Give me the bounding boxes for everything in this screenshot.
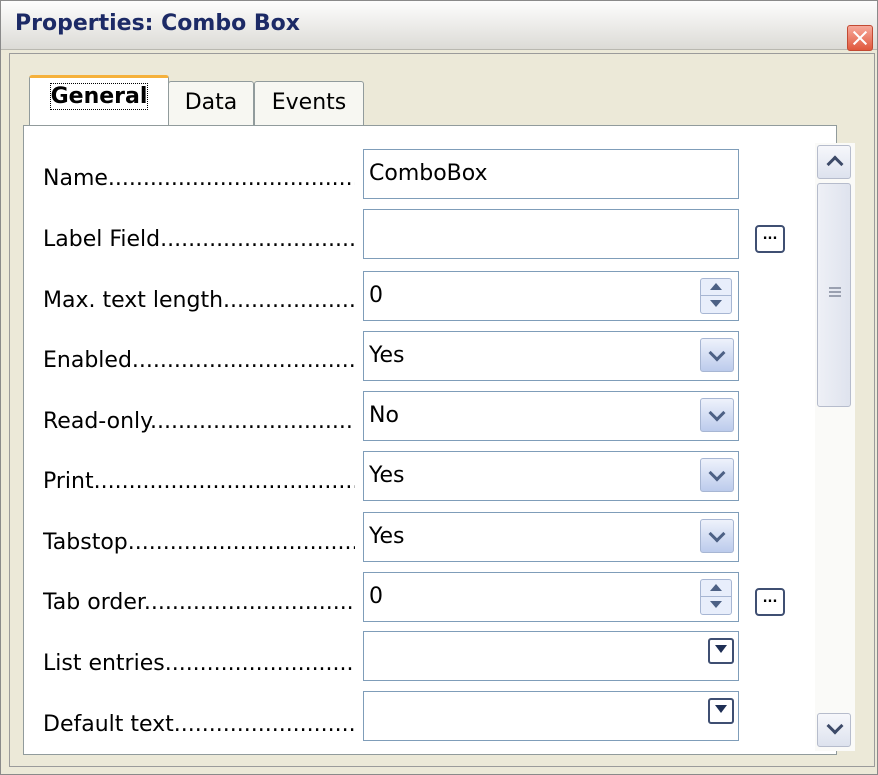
spin-up-icon[interactable] (701, 580, 731, 597)
print-label: Print...................................… (43, 469, 355, 494)
enabled-dropdown[interactable]: Yes (363, 331, 739, 381)
dialog-title: Properties: Combo Box (15, 11, 300, 36)
read-only-dropdown[interactable]: No (363, 391, 739, 441)
spin-down-icon[interactable] (701, 597, 731, 614)
chevron-down-icon[interactable] (700, 519, 734, 553)
chevron-down-icon[interactable] (700, 338, 734, 372)
tabstop-dropdown[interactable]: Yes (363, 512, 739, 562)
tab-events-label: Events (271, 90, 347, 115)
spin-buttons-icon[interactable] (700, 579, 732, 615)
label-field-browse-button[interactable]: ... (755, 225, 785, 253)
name-field[interactable]: ComboBox (363, 149, 739, 199)
scroll-down-icon[interactable] (817, 713, 851, 747)
spin-up-icon[interactable] (701, 279, 731, 296)
close-icon[interactable] (847, 25, 873, 51)
tab-events[interactable]: Events (254, 81, 364, 127)
caret-down-icon[interactable] (708, 698, 734, 724)
chevron-down-icon[interactable] (700, 458, 734, 492)
tab-general-label: General (49, 83, 149, 110)
caret-down-icon[interactable] (708, 638, 734, 664)
max-text-length-value: 0 (369, 283, 383, 308)
enabled-label: Enabled.................................… (43, 348, 355, 373)
default-text-label: Default text............................… (43, 712, 355, 737)
max-text-length-spin[interactable]: 0 (363, 271, 739, 321)
scroll-thumb[interactable] (817, 183, 851, 407)
spin-buttons-icon[interactable] (700, 278, 732, 314)
name-label: Name....................................… (43, 166, 355, 191)
tab-order-spin[interactable]: 0 (363, 572, 739, 622)
read-only-label: Read-only...............................… (43, 409, 355, 434)
name-value: ComboBox (369, 161, 488, 186)
tab-data[interactable]: Data (168, 81, 254, 127)
tabstop-value: Yes (369, 524, 405, 549)
default-text-field[interactable] (363, 691, 739, 741)
tab-general[interactable]: General (29, 75, 169, 127)
tabstop-label: Tabstop.................................… (43, 530, 355, 555)
enabled-value: Yes (369, 343, 405, 368)
tab-order-value: 0 (369, 584, 383, 609)
tab-order-browse-button[interactable]: ... (755, 588, 785, 616)
tab-data-label: Data (184, 90, 238, 115)
print-dropdown[interactable]: Yes (363, 451, 739, 501)
spin-down-icon[interactable] (701, 296, 731, 313)
vertical-scrollbar[interactable] (815, 143, 855, 751)
label-field-label: Label Field.............................… (43, 227, 355, 252)
title-bar[interactable]: Properties: Combo Box (1, 1, 877, 51)
chevron-down-icon[interactable] (700, 398, 734, 432)
scroll-up-icon[interactable] (817, 145, 851, 179)
print-value: Yes (369, 463, 405, 488)
list-entries-field[interactable] (363, 631, 739, 681)
properties-dialog: Properties: Combo Box General Data Event… (0, 0, 878, 775)
list-entries-label: List entries............................… (43, 651, 355, 676)
grip-icon (829, 287, 841, 297)
max-text-length-label: Max. text length........................… (43, 288, 355, 313)
tab-order-label: Tab order...............................… (43, 590, 355, 615)
read-only-value: No (369, 403, 399, 428)
label-field-input[interactable] (363, 209, 739, 259)
